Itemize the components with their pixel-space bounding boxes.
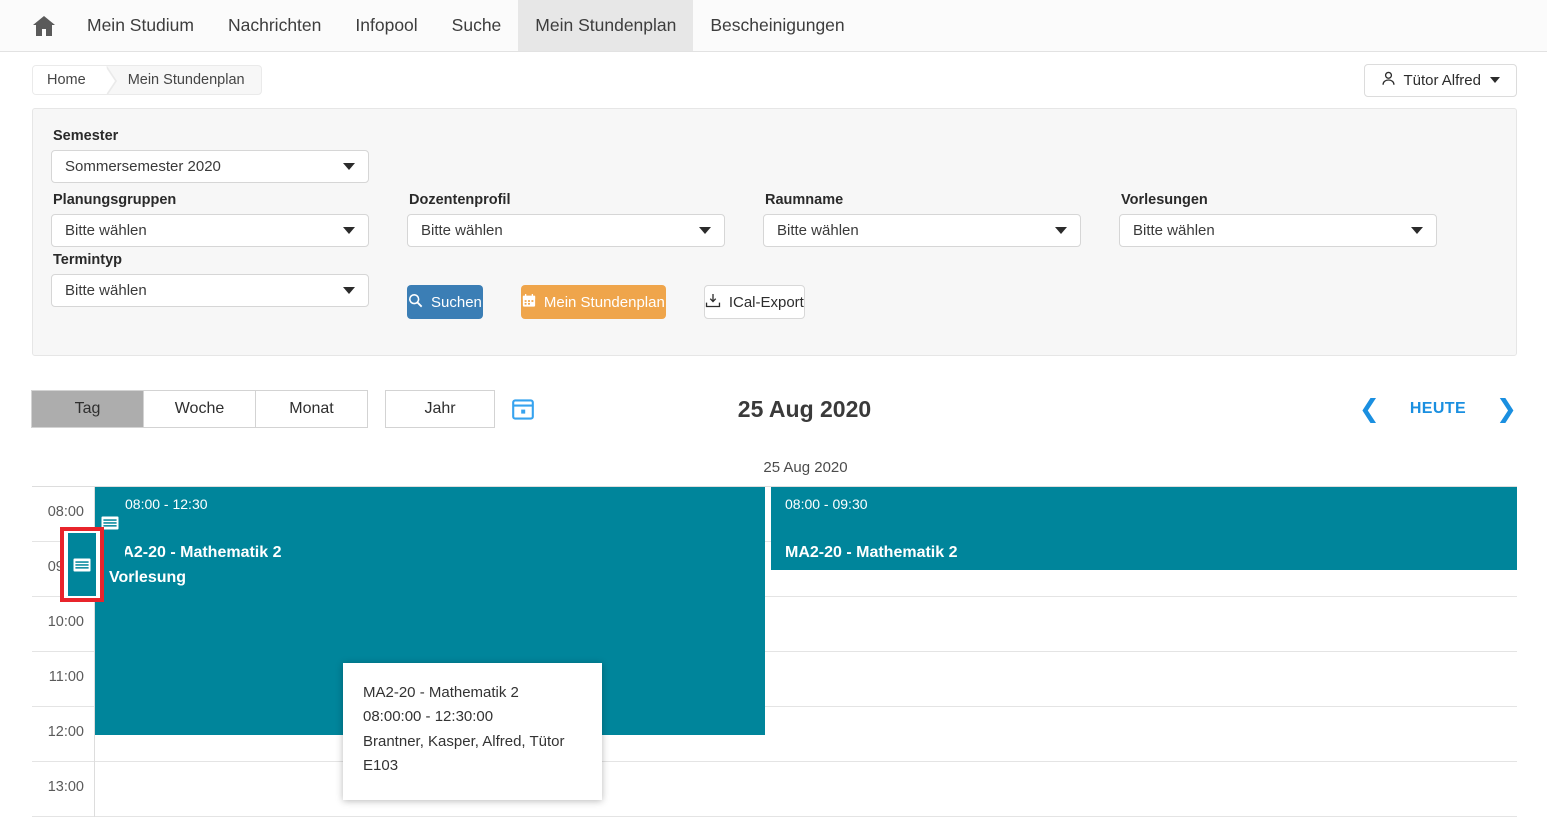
event-title: MA2-20 - Mathematik 2	[109, 543, 282, 561]
tooltip-time: 08:00:00 - 12:30:00	[363, 708, 494, 726]
nav-item-suche[interactable]: Suche	[435, 0, 519, 51]
select-dozentenprofil[interactable]: Bitte wählen	[407, 214, 725, 247]
my-schedule-button-label: Mein Stundenplan	[543, 293, 665, 311]
calendar-body: 08:00 09:00 10:00 11:00 12:00 13:00	[32, 487, 1517, 817]
label-raumname: Raumname	[765, 192, 844, 208]
select-semester[interactable]: Sommersemester 2020	[51, 150, 369, 183]
search-button[interactable]: Suchen	[407, 285, 483, 319]
filter-group-planungsgruppen: Planungsgruppen Bitte wählen Termintyp B…	[51, 187, 407, 319]
chevron-down-icon	[343, 163, 355, 170]
day-header-label: 25 Aug 2020	[763, 459, 848, 476]
tooltip-room: E103	[363, 756, 399, 774]
agenda-list-icon	[73, 558, 91, 571]
filter-panel: Semester Sommersemester 2020 Planungsgru…	[32, 108, 1517, 356]
search-icon	[408, 293, 423, 312]
time-slot-cell[interactable]	[95, 762, 1517, 817]
select-dozentenprofil-value: Bitte wählen	[421, 222, 503, 239]
user-menu-label: Tütor Alfred	[1403, 71, 1481, 89]
nav-item-bescheinigungen[interactable]: Bescheinigungen	[693, 0, 861, 51]
select-semester-value: Sommersemester 2020	[65, 158, 221, 175]
tab-tag[interactable]: Tag	[31, 390, 144, 428]
breadcrumb: Home Mein Stundenplan	[32, 65, 262, 95]
select-planungsgruppen[interactable]: Bitte wählen	[51, 214, 369, 247]
label-planungsgruppen: Planungsgruppen	[53, 192, 177, 208]
calendar-grid: 25 Aug 2020 08:00 09:00 10:00 11:00 12:0…	[32, 456, 1517, 817]
nav-item-mein-studium[interactable]: Mein Studium	[70, 0, 211, 51]
time-label: 11:00	[48, 669, 84, 685]
chevron-down-icon	[1490, 77, 1500, 83]
breadcrumb-row: Home Mein Stundenplan Tütor Alfred	[0, 52, 1547, 108]
label-vorlesungen: Vorlesungen	[1121, 192, 1208, 208]
calendar-navigation: ❮ HEUTE ❯	[1359, 396, 1517, 422]
event-type: Vorlesung	[785, 566, 1517, 570]
event-time: 08:00 - 09:30	[785, 496, 868, 512]
nav-item-infopool[interactable]: Infopool	[338, 0, 434, 51]
time-slot: 12:00	[32, 707, 94, 762]
search-button-label: Suchen	[431, 293, 482, 311]
tab-monat[interactable]: Monat	[255, 390, 368, 428]
highlight-box	[60, 527, 104, 602]
chevron-down-icon	[1411, 227, 1423, 234]
today-button[interactable]: HEUTE	[1410, 400, 1466, 418]
time-label: 13:00	[47, 779, 84, 795]
time-label: 08:00	[47, 504, 84, 520]
view-mode-group: Tag Woche Monat	[31, 390, 368, 428]
select-raumname[interactable]: Bitte wählen	[763, 214, 1081, 247]
calendar-day-column[interactable]: 08:00 - 12:30 MA2-20 - Mathematik 2 Vorl…	[94, 487, 1517, 817]
chevron-right-icon[interactable]: ❯	[1496, 396, 1517, 422]
calendar-view-toolbar: Tag Woche Monat Jahr 25 Aug 2020 ❮ HEUTE…	[31, 390, 1517, 428]
top-navigation: Mein Studium Nachrichten Infopool Suche …	[0, 0, 1547, 52]
chevron-down-icon	[699, 227, 711, 234]
chevron-down-icon	[343, 227, 355, 234]
select-termintyp[interactable]: Bitte wählen	[51, 274, 369, 307]
calendar-icon[interactable]	[509, 394, 537, 424]
tab-woche[interactable]: Woche	[143, 390, 256, 428]
tooltip-person: Brantner, Kasper, Alfred, Tütor	[363, 732, 565, 750]
nav-item-nachrichten[interactable]: Nachrichten	[211, 0, 338, 51]
filter-group-dozentenprofil: Dozentenprofil Bitte wählen Suchen Mein …	[407, 187, 805, 319]
tab-jahr[interactable]: Jahr	[385, 390, 495, 428]
event-tooltip: MA2-20 - Mathematik 2 08:00:00 - 12:30:0…	[343, 663, 602, 801]
chevron-left-icon[interactable]: ❮	[1359, 396, 1380, 422]
user-menu-button[interactable]: Tütor Alfred	[1364, 63, 1517, 97]
time-slot: 11:00	[32, 652, 94, 707]
label-semester: Semester	[53, 128, 119, 144]
calendar-event[interactable]: 08:00 - 09:30 MA2-20 - Mathematik 2 Vorl…	[771, 487, 1517, 570]
event-type: Vorlesung	[109, 568, 187, 586]
select-raumname-value: Bitte wählen	[777, 222, 859, 239]
label-dozentenprofil: Dozentenprofil	[409, 192, 511, 208]
user-icon	[1381, 71, 1396, 90]
time-label: 12:00	[47, 724, 84, 740]
event-title: MA2-20 - Mathematik 2	[785, 543, 958, 561]
event-badge-highlighted[interactable]	[68, 533, 96, 596]
breadcrumb-item-current: Mein Stundenplan	[127, 72, 245, 88]
time-slot: 10:00	[32, 597, 94, 652]
breadcrumb-item-home[interactable]: Home	[33, 66, 117, 94]
filter-group-vorlesungen: Vorlesungen Bitte wählen	[1119, 187, 1475, 319]
tooltip-title: MA2-20 - Mathematik 2	[363, 684, 519, 701]
chevron-down-icon	[1055, 227, 1067, 234]
calendar-day-header: 25 Aug 2020	[32, 456, 1517, 487]
home-icon[interactable]	[18, 0, 70, 51]
select-vorlesungen-value: Bitte wählen	[1133, 222, 1215, 239]
chevron-down-icon	[343, 287, 355, 294]
select-planungsgruppen-value: Bitte wählen	[65, 222, 147, 239]
filter-group-raumname: Raumname Bitte wählen	[763, 187, 1119, 319]
time-gutter-spacer	[32, 456, 94, 486]
select-vorlesungen[interactable]: Bitte wählen	[1119, 214, 1437, 247]
time-slot: 13:00	[32, 762, 94, 817]
event-time: 08:00 - 12:30	[125, 496, 208, 512]
label-termintyp: Termintyp	[53, 252, 123, 268]
my-schedule-button[interactable]: Mein Stundenplan	[520, 285, 666, 319]
calendar-icon	[522, 293, 536, 312]
time-label: 10:00	[47, 614, 84, 630]
nav-item-mein-stundenplan[interactable]: Mein Stundenplan	[518, 0, 694, 51]
filter-group-semester: Semester Sommersemester 2020	[51, 123, 407, 187]
download-icon	[705, 293, 721, 312]
select-termintyp-value: Bitte wählen	[65, 282, 147, 299]
